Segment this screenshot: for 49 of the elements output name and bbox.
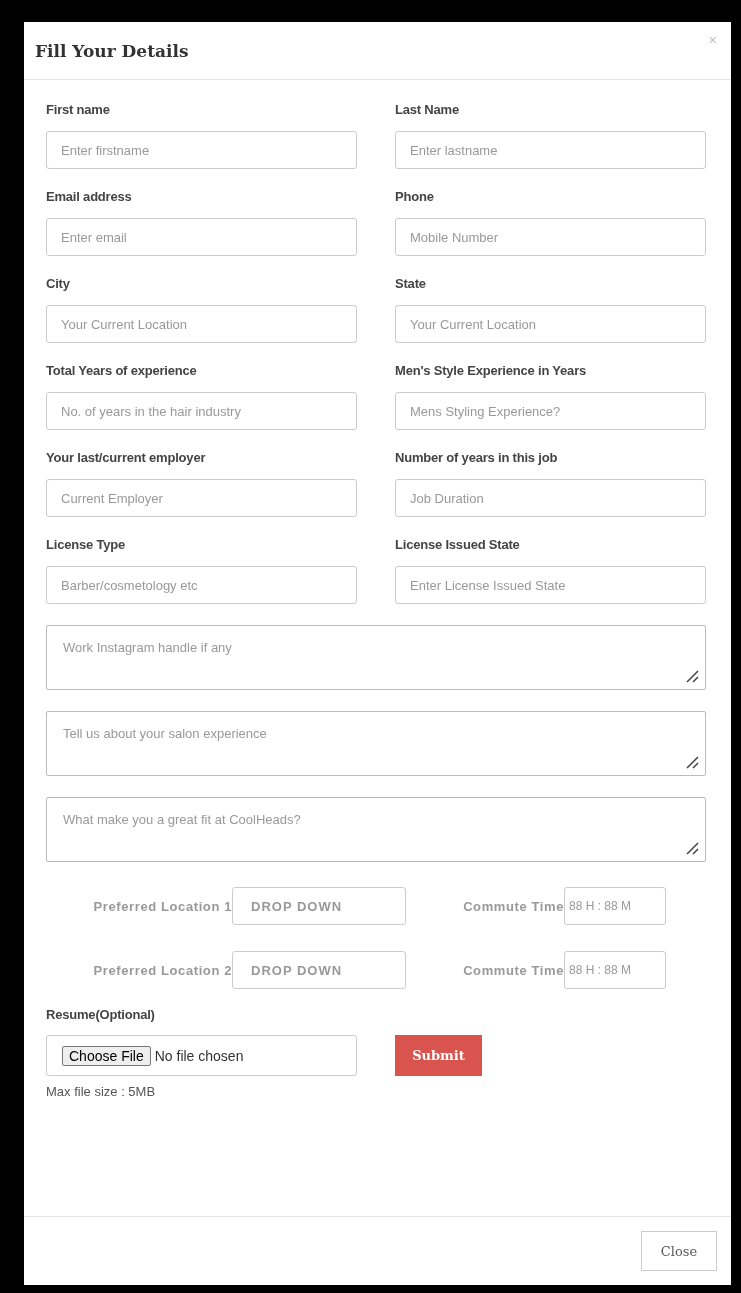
location-label: Preferred Location 1 <box>92 898 232 914</box>
modal-title: Fill Your Details <box>35 41 189 61</box>
file-input[interactable]: Choose File No file chosen <box>46 1035 357 1076</box>
input-field[interactable]: Your Current Location <box>46 305 357 343</box>
submit-button[interactable]: Submit <box>395 1035 482 1076</box>
file-size-hint: Max file size : 5MB <box>46 1084 157 1099</box>
field-label: License Issued State <box>395 537 521 552</box>
input-field[interactable]: No. of years in the hair industry <box>46 392 357 430</box>
placeholder-text: Tell us about your salon experience <box>63 726 267 741</box>
commute-time-field[interactable]: 88 H : 88 M <box>564 951 666 989</box>
field-label: Last Name <box>395 102 460 117</box>
text-area[interactable]: Tell us about your salon experience <box>46 711 706 776</box>
input-field[interactable]: Enter email <box>46 218 357 256</box>
field-label: Your last/current employer <box>46 450 207 465</box>
input-field[interactable]: Enter License Issued State <box>395 566 706 604</box>
text-area[interactable]: What make you a great fit at CoolHeads? <box>46 797 706 862</box>
file-status: No file chosen <box>154 1047 244 1064</box>
commute-time-field[interactable]: 88 H : 88 M <box>564 887 666 925</box>
commute-label: Commute Time <box>462 962 564 978</box>
choose-file-button[interactable]: Choose File <box>62 1045 151 1066</box>
text-area[interactable]: Work Instagram handle if any <box>46 625 706 690</box>
location-label: Preferred Location 2 <box>92 962 232 978</box>
resume-label: Resume(Optional) <box>46 1007 156 1022</box>
field-label: License Type <box>46 537 126 552</box>
commute-label: Commute Time <box>462 898 564 914</box>
input-field[interactable]: Mobile Number <box>395 218 706 256</box>
input-field[interactable]: Your Current Location <box>395 305 706 343</box>
field-label: First name <box>46 102 111 117</box>
field-label: Email address <box>46 189 133 204</box>
resize-handle-icon[interactable] <box>685 841 699 855</box>
field-label: Total Years of experience <box>46 363 198 378</box>
placeholder-text: Work Instagram handle if any <box>63 640 232 655</box>
field-label: Number of years in this job <box>395 450 559 465</box>
field-label: Men's Style Experience in Years <box>395 363 588 378</box>
location-dropdown[interactable]: DROP DOWN <box>232 887 406 925</box>
field-label: Phone <box>395 189 435 204</box>
input-field[interactable]: Enter lastname <box>395 131 706 169</box>
input-field[interactable]: Current Employer <box>46 479 357 517</box>
location-dropdown[interactable]: DROP DOWN <box>232 951 406 989</box>
input-field[interactable]: Barber/cosmetology etc <box>46 566 357 604</box>
field-label: State <box>395 276 427 291</box>
resize-handle-icon[interactable] <box>685 755 699 769</box>
resize-handle-icon[interactable] <box>685 669 699 683</box>
close-button[interactable]: Close <box>641 1231 717 1271</box>
input-field[interactable]: Job Duration <box>395 479 706 517</box>
field-label: City <box>46 276 71 291</box>
input-field[interactable]: Mens Styling Experience? <box>395 392 706 430</box>
placeholder-text: What make you a great fit at CoolHeads? <box>63 812 301 827</box>
input-field[interactable]: Enter firstname <box>46 131 357 169</box>
